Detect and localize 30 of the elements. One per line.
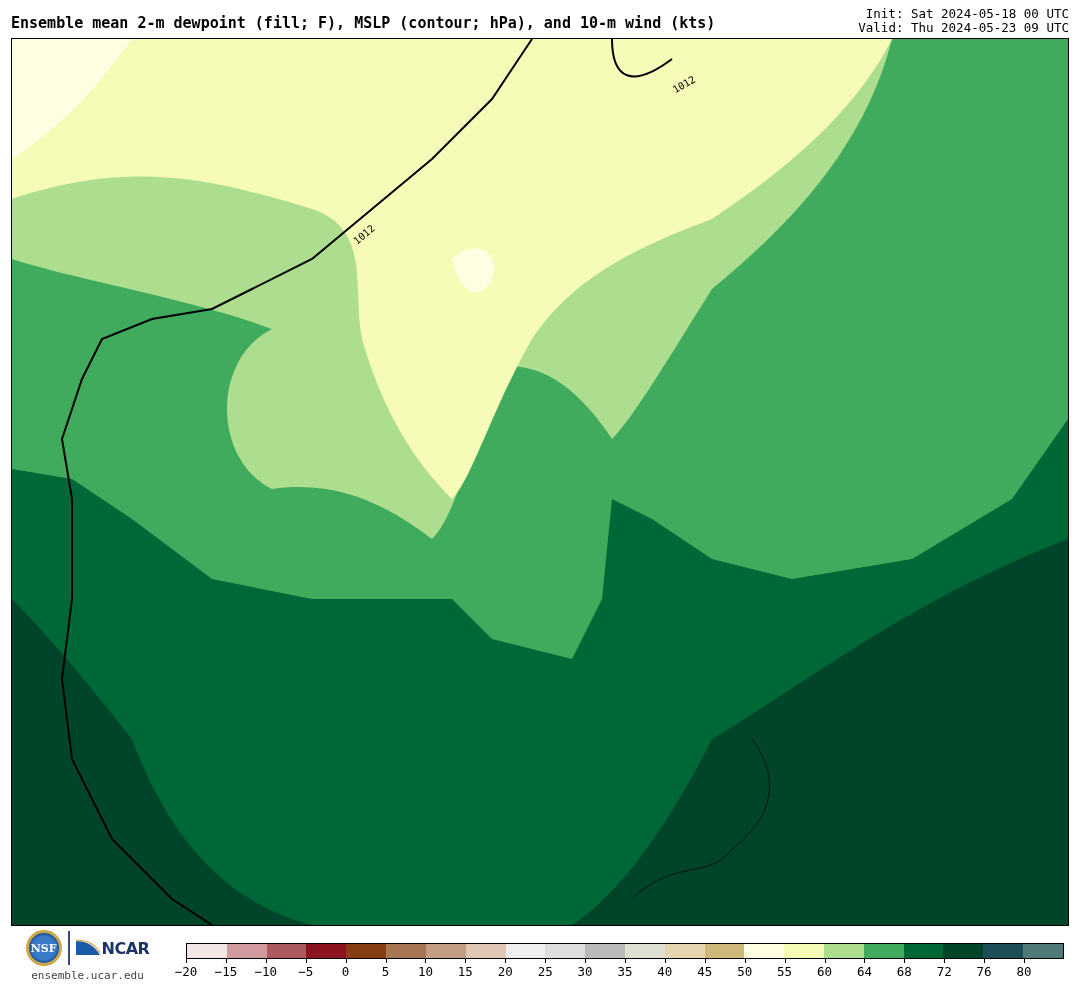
colorbar-tick-label: 5 bbox=[381, 964, 390, 979]
colorbar-tick-label: 64 bbox=[856, 964, 872, 979]
colorbar-tick-label: 25 bbox=[537, 964, 553, 979]
ncar-logo: NCAR bbox=[101, 938, 150, 958]
colorbar-tick-label: 35 bbox=[617, 964, 633, 979]
colorbar-tick-label: −5 bbox=[298, 964, 314, 979]
chart-title: Ensemble mean 2-m dewpoint (fill; F), MSLP (contour; hPa), and 10-m wind (kts) bbox=[11, 14, 716, 32]
colorbar-tick-label: 50 bbox=[737, 964, 753, 979]
colorbar-tick-label: 20 bbox=[497, 964, 513, 979]
colorbar-tick-label: 55 bbox=[777, 964, 793, 979]
nsf-logo: NSF bbox=[25, 930, 62, 966]
swoosh-icon bbox=[75, 939, 100, 957]
colorbar-tick-label: −10 bbox=[254, 964, 278, 979]
init-time: Init: Sat 2024-05-18 00 UTC bbox=[865, 7, 1069, 21]
colorbar-tick-label: 40 bbox=[657, 964, 673, 979]
colorbar-tick-label: 72 bbox=[936, 964, 952, 979]
colorbar-tick-label: 76 bbox=[976, 964, 992, 979]
colorbar-tick-label: 30 bbox=[577, 964, 593, 979]
colorbar-tick-label: 0 bbox=[341, 964, 350, 979]
colorbar-tick-label: −15 bbox=[214, 964, 238, 979]
colorbar-tick-label: 45 bbox=[697, 964, 713, 979]
website-url: ensemble.ucar.edu bbox=[31, 969, 144, 982]
colorbar-tick-label: 60 bbox=[816, 964, 833, 979]
colorbar-tick-label: 10 bbox=[417, 964, 433, 979]
colorbar-tick-label: 80 bbox=[1016, 964, 1032, 979]
valid-time: Valid: Thu 2024-05-23 09 UTC bbox=[858, 21, 1069, 35]
contour-label: 1012 bbox=[670, 73, 698, 96]
colorbar-tick-label: 68 bbox=[896, 964, 912, 979]
colorbar-tick-label: −20 bbox=[174, 964, 198, 979]
colorbar-tick-label: 15 bbox=[457, 964, 473, 979]
